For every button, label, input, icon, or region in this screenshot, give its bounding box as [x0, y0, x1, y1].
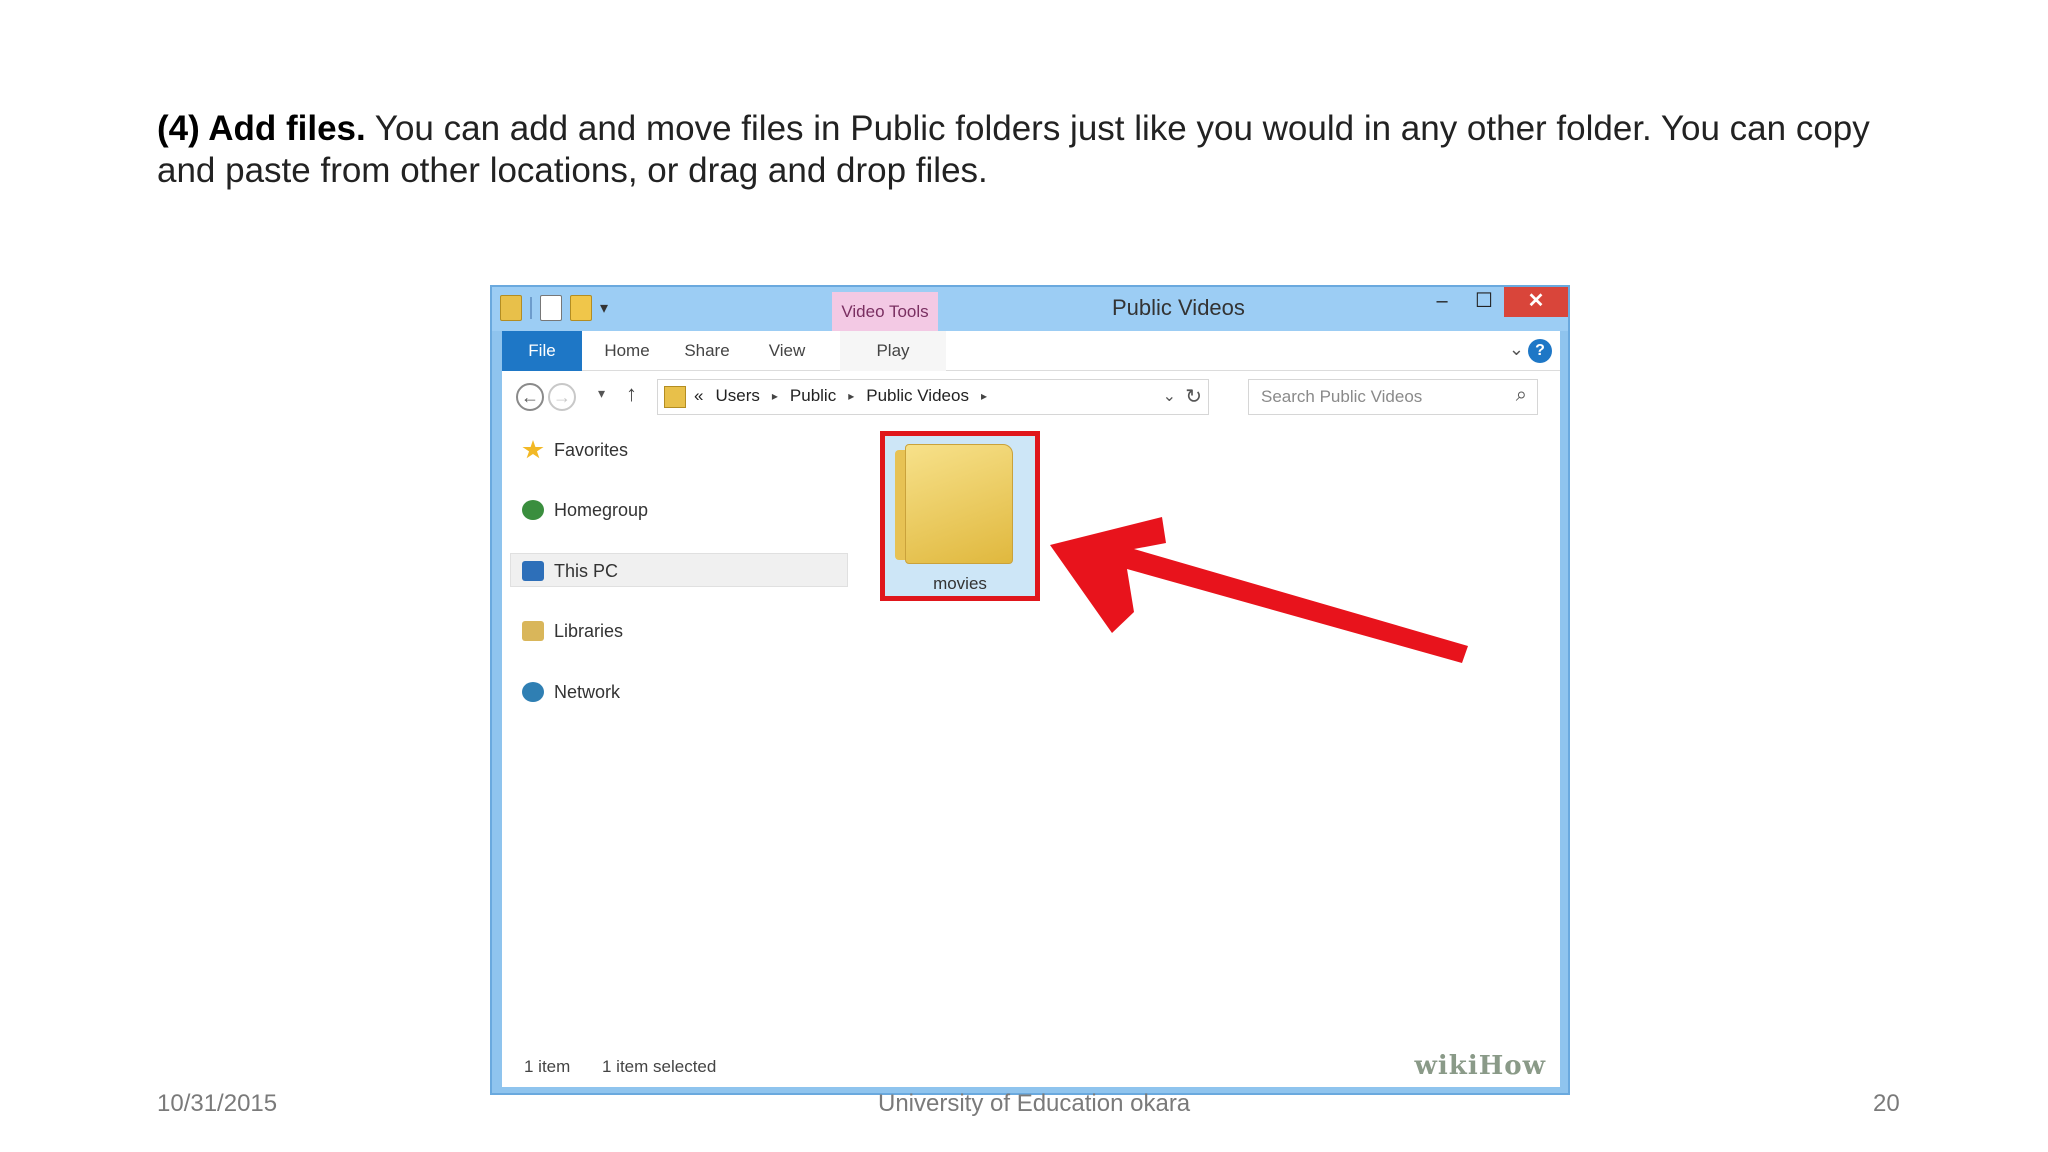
- breadcrumb-users[interactable]: Users: [715, 386, 759, 406]
- search-icon[interactable]: ⌕: [1516, 384, 1527, 407]
- file-explorer-window: ▾ Video Tools Public Videos – ☐ ✕ File H…: [490, 285, 1570, 1095]
- nav-item-this-pc[interactable]: This PC: [522, 556, 618, 586]
- folder-name: movies: [933, 574, 987, 593]
- network-icon: [522, 682, 544, 702]
- refresh-icon[interactable]: ↻: [1185, 384, 1202, 409]
- properties-icon[interactable]: [540, 295, 562, 321]
- search-box[interactable]: Search Public Videos ⌕: [1248, 379, 1538, 415]
- toolbar-divider: [530, 297, 532, 319]
- video-tools-context-tab: Video Tools: [832, 292, 938, 332]
- slide-number: 20: [1873, 1090, 1900, 1117]
- recent-locations-icon[interactable]: ▾: [598, 385, 605, 402]
- chevron-down-icon[interactable]: ⌄: [1163, 386, 1176, 406]
- nav-item-label: Favorites: [554, 439, 629, 460]
- nav-item-favorites[interactable]: Favorites: [522, 435, 628, 465]
- folder-icon: [664, 386, 686, 408]
- navigation-pane: Favorites Homegroup This PC Libraries Ne…: [502, 423, 848, 1043]
- title-bar: ▾ Video Tools Public Videos – ☐ ✕: [492, 287, 1568, 332]
- breadcrumb: « Users ▸ Public ▸ Public Videos ▸: [694, 386, 987, 406]
- footer-date: 10/31/2015: [157, 1090, 278, 1117]
- quick-access-toolbar: ▾: [500, 295, 608, 321]
- nav-item-network[interactable]: Network: [522, 677, 620, 707]
- breadcrumb-overflow[interactable]: «: [694, 386, 703, 406]
- folder-icon[interactable]: [500, 295, 522, 321]
- tab-view[interactable]: View: [752, 331, 822, 371]
- expand-ribbon-icon[interactable]: ⌄: [1509, 339, 1524, 360]
- slide-heading: (4) Add files.: [157, 109, 366, 148]
- item-count: 1 item: [524, 1057, 571, 1076]
- computer-icon: [522, 561, 544, 581]
- status-bar: 1 item 1 item selected wikiHow: [502, 1043, 1560, 1087]
- maximize-button[interactable]: ☐: [1464, 287, 1504, 317]
- pointer-arrow-annotation: [1050, 517, 1468, 663]
- back-arrow-icon[interactable]: ←: [516, 383, 544, 411]
- homegroup-icon: [522, 500, 544, 520]
- minimize-button[interactable]: –: [1422, 287, 1462, 317]
- tab-share[interactable]: Share: [672, 331, 742, 371]
- chevron-right-icon[interactable]: ▸: [772, 389, 778, 403]
- customize-toolbar-icon[interactable]: ▾: [600, 298, 608, 318]
- search-input[interactable]: Search Public Videos: [1261, 387, 1422, 407]
- nav-item-label: Homegroup: [554, 499, 649, 520]
- nav-item-label: Network: [554, 681, 621, 702]
- tab-play[interactable]: Play: [840, 331, 946, 371]
- arrow-shape: [1050, 517, 1468, 663]
- tab-home[interactable]: Home: [592, 331, 662, 371]
- footer-institution: University of Education okara: [878, 1090, 1191, 1117]
- nav-item-homegroup[interactable]: Homegroup: [522, 495, 648, 525]
- forward-arrow-icon[interactable]: →: [548, 383, 576, 411]
- star-icon: [522, 440, 544, 459]
- help-icon[interactable]: ?: [1528, 339, 1552, 363]
- up-arrow-icon[interactable]: ↑: [626, 381, 637, 407]
- nav-item-label: Libraries: [554, 620, 624, 641]
- libraries-icon: [522, 621, 544, 641]
- close-button[interactable]: ✕: [1504, 287, 1568, 317]
- chevron-right-icon[interactable]: ▸: [848, 389, 854, 403]
- new-folder-icon[interactable]: [570, 295, 592, 321]
- nav-item-label: This PC: [554, 560, 619, 581]
- selection-count: 1 item selected: [602, 1057, 717, 1076]
- navigation-bar: ← → ▾ ↑ « Users ▸ Public ▸ Public Videos…: [502, 371, 1560, 423]
- folder-item-movies[interactable]: movies: [880, 431, 1040, 601]
- chevron-right-icon[interactable]: ▸: [981, 389, 987, 403]
- slide-description: You can add and move files in Public fol…: [157, 109, 1870, 190]
- window-title: Public Videos: [1112, 295, 1245, 320]
- wikihow-watermark: wikiHow: [1414, 1051, 1546, 1081]
- ribbon-tabs: File Home Share View Play ⌄ ?: [502, 331, 1560, 371]
- address-bar[interactable]: « Users ▸ Public ▸ Public Videos ▸ ⌄ ↻: [657, 379, 1209, 415]
- tab-file[interactable]: File: [502, 331, 582, 371]
- breadcrumb-public[interactable]: Public: [790, 386, 836, 406]
- folder-icon: [905, 444, 1013, 564]
- content-area: Favorites Homegroup This PC Libraries Ne…: [502, 423, 1560, 1043]
- nav-item-libraries[interactable]: Libraries: [522, 616, 623, 646]
- slide-body-text: (4) Add files. You can add and move file…: [157, 108, 1917, 192]
- breadcrumb-public-videos[interactable]: Public Videos: [866, 386, 969, 406]
